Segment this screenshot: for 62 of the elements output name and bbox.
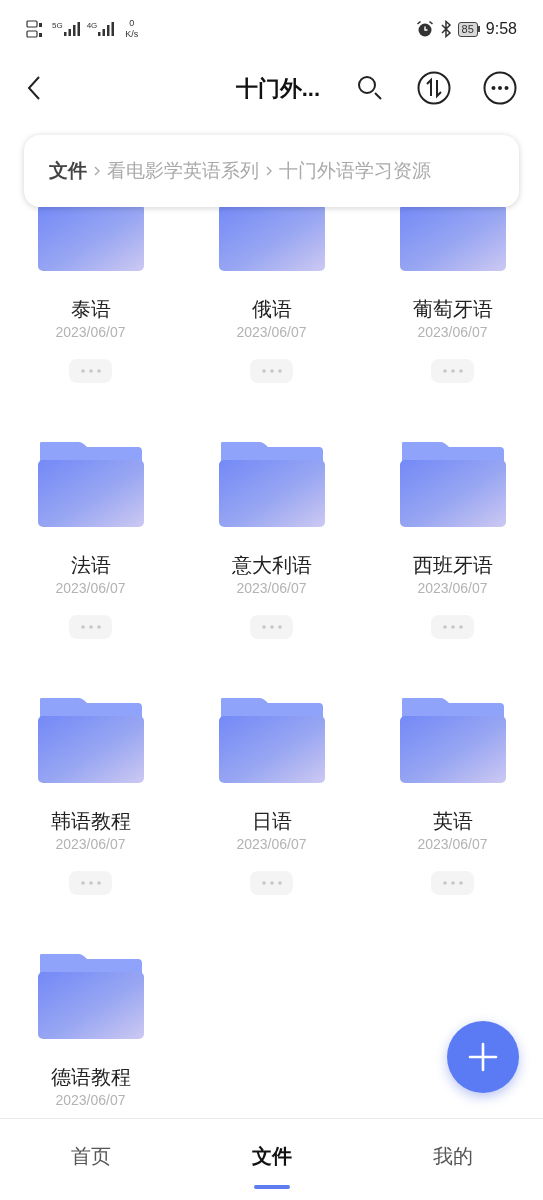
folder-name[interactable]: 德语教程 (50, 1064, 131, 1090)
network-speed-value: 0 (129, 18, 135, 29)
folder-menu-button[interactable] (431, 871, 474, 895)
folder-name[interactable]: 意大利语 (231, 552, 312, 578)
folder-menu-button[interactable] (69, 871, 112, 895)
active-tab-indicator (253, 1185, 290, 1189)
folder-date: 2023/06/07 (236, 323, 307, 342)
network-type-label: 4G (86, 21, 98, 30)
nav-tab[interactable]: 首页 (0, 1119, 181, 1200)
more-options-button[interactable] (483, 71, 517, 105)
folder-name[interactable]: 西班牙语 (412, 552, 493, 578)
folder-icon (37, 698, 144, 784)
folder-date: 2023/06/07 (55, 323, 126, 342)
folder-date: 2023/06/07 (236, 579, 307, 598)
folder-date: 2023/06/07 (55, 1091, 126, 1110)
folder-date: 2023/06/07 (236, 835, 307, 854)
folder-date: 2023/06/07 (55, 835, 126, 854)
folder-name[interactable]: 日语 (251, 808, 292, 834)
folder-icon (218, 698, 325, 784)
folder-name[interactable]: 泰语 (70, 296, 111, 322)
battery-indicator: 85 (457, 21, 478, 37)
folder-menu-button[interactable] (250, 359, 293, 383)
folder-menu-button[interactable] (250, 615, 293, 639)
add-button[interactable] (447, 1021, 519, 1093)
breadcrumb-link[interactable]: 文件 (49, 156, 87, 186)
bluetooth-icon (439, 20, 452, 38)
sort-icon (417, 71, 451, 105)
folder-name[interactable]: 英语 (432, 808, 473, 834)
chevron-right-icon (93, 165, 101, 177)
folder-icon (37, 954, 144, 1040)
folder-menu-button[interactable] (431, 615, 474, 639)
chevron-right-icon (265, 165, 273, 177)
more-icon (483, 71, 517, 105)
folder-date: 2023/06/07 (417, 323, 488, 342)
folder-name[interactable]: 葡萄牙语 (412, 296, 493, 322)
alarm-icon (415, 20, 434, 38)
battery-tip (477, 26, 480, 32)
network-type-label: 5G (52, 21, 63, 30)
folder-date: 2023/06/07 (417, 835, 488, 854)
folder-name[interactable]: 韩语教程 (50, 808, 131, 834)
folder-title: 十门外... (235, 74, 320, 103)
signal-icon (97, 21, 116, 37)
folder-icon (399, 442, 506, 528)
folder-name[interactable]: 俄语 (251, 296, 292, 322)
signal-icon (62, 21, 81, 37)
sort-button[interactable] (417, 71, 451, 105)
search-icon (356, 74, 384, 102)
folder-icon (399, 698, 506, 784)
folder-menu-button[interactable] (69, 615, 112, 639)
network-speed-unit: K/s (125, 29, 139, 40)
folder-icon (37, 442, 144, 528)
folder-name[interactable]: 法语 (70, 552, 111, 578)
folder-icon (218, 442, 325, 528)
folder-date: 2023/06/07 (55, 579, 126, 598)
folder-menu-button[interactable] (431, 359, 474, 383)
folder-menu-button[interactable] (250, 871, 293, 895)
folder-date: 2023/06/07 (417, 579, 488, 598)
plus-icon (468, 1042, 498, 1072)
folder-menu-button[interactable] (69, 359, 112, 383)
nav-tab[interactable]: 我的 (362, 1119, 543, 1200)
nav-tab[interactable]: 文件 (181, 1119, 362, 1200)
clock-time: 9:58 (485, 19, 517, 39)
